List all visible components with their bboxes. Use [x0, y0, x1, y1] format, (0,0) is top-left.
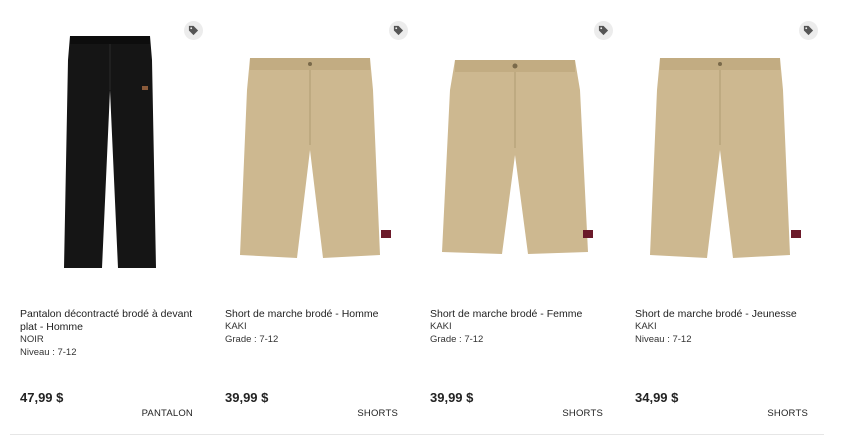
product-image[interactable]	[410, 30, 615, 275]
product-name[interactable]: Short de marche brodé - Femme	[430, 308, 610, 321]
product-name[interactable]: Short de marche brodé - Jeunesse	[635, 308, 815, 321]
product-info: Pantalon décontracté brodé à devant plat…	[20, 308, 200, 359]
product-info: Short de marche brodé - Femme KAKI Grade…	[430, 308, 610, 346]
product-price: 39,99 $	[430, 390, 474, 405]
product-grid: Pantalon décontracté brodé à devant plat…	[0, 0, 864, 446]
product-image[interactable]	[615, 30, 820, 275]
product-info: Short de marche brodé - Homme KAKI Grade…	[225, 308, 405, 346]
bottom-divider	[10, 434, 824, 435]
product-price: 47,99 $	[20, 390, 64, 405]
product-image[interactable]	[205, 30, 410, 275]
product-card[interactable]: Short de marche brodé - Jeunesse KAKI Ni…	[615, 0, 820, 434]
product-price: 39,99 $	[225, 390, 269, 405]
product-name[interactable]: Pantalon décontracté brodé à devant plat…	[20, 308, 200, 334]
product-image[interactable]	[0, 30, 205, 275]
product-category: SHORTS	[357, 408, 398, 419]
product-card[interactable]: Pantalon décontracté brodé à devant plat…	[0, 0, 205, 434]
product-level: Niveau : 7-12	[20, 346, 77, 358]
product-category: PANTALON	[141, 408, 193, 419]
product-color: KAKI	[430, 321, 452, 332]
product-info: Short de marche brodé - Jeunesse KAKI Ni…	[635, 308, 815, 346]
product-name[interactable]: Short de marche brodé - Homme	[225, 308, 405, 321]
product-card[interactable]: Short de marche brodé - Homme KAKI Grade…	[205, 0, 410, 434]
product-price: 34,99 $	[635, 390, 679, 405]
product-level: Grade : 7-12	[430, 333, 484, 345]
product-level: Niveau : 7-12	[635, 333, 692, 345]
product-card[interactable]: Short de marche brodé - Femme KAKI Grade…	[410, 0, 615, 434]
product-color: KAKI	[225, 321, 247, 332]
product-level: Grade : 7-12	[225, 333, 279, 345]
product-category: SHORTS	[767, 408, 808, 419]
product-category: SHORTS	[562, 408, 603, 419]
product-color: KAKI	[635, 321, 657, 332]
product-color: NOIR	[20, 334, 44, 345]
